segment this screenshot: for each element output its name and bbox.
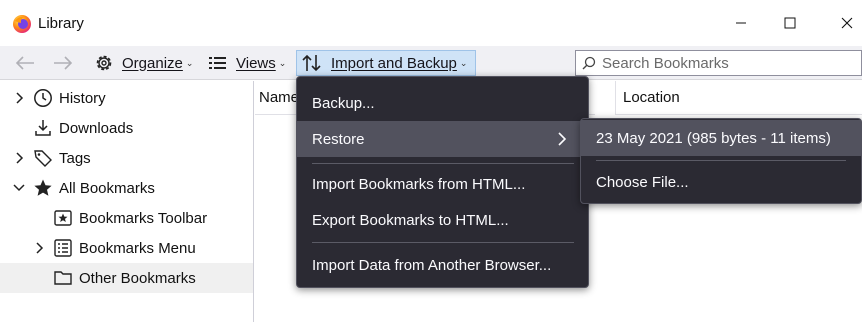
tree-item-history[interactable]: History <box>0 83 253 113</box>
tree-item-label: History <box>59 89 106 107</box>
tree-item-downloads[interactable]: Downloads <box>0 113 253 143</box>
folder-icon <box>53 268 73 288</box>
organize-button[interactable]: Organize ⌄ <box>94 50 193 76</box>
tree-item-other-bookmarks[interactable]: Other Bookmarks <box>0 263 253 293</box>
menu-item-import-html[interactable]: Import Bookmarks from HTML... <box>297 166 588 202</box>
column-header-location[interactable]: Location <box>615 81 862 115</box>
download-icon <box>33 118 53 138</box>
maximize-button[interactable] <box>775 10 805 36</box>
tree-item-bookmarks-toolbar[interactable]: Bookmarks Toolbar <box>0 203 253 233</box>
library-tree: History Downloads Tags All Bookmarks Boo… <box>0 81 254 322</box>
chevron-right-icon[interactable] <box>32 241 46 255</box>
tree-item-label: Bookmarks Toolbar <box>79 209 208 227</box>
clock-icon <box>33 88 53 108</box>
import-and-backup-label: Import and Backup <box>331 54 457 72</box>
submenu-item-label: Choose File... <box>596 173 689 191</box>
title-bar: Library <box>0 0 862 46</box>
menu-item-export-html[interactable]: Export Bookmarks to HTML... <box>297 202 588 238</box>
search-icon <box>582 56 596 70</box>
tag-icon <box>33 148 53 168</box>
back-button[interactable] <box>14 50 36 76</box>
minimize-icon <box>736 22 746 24</box>
menu-item-label: Import Data from Another Browser... <box>312 256 552 274</box>
import-and-backup-button[interactable]: Import and Backup ⌄ <box>296 50 477 76</box>
tree-item-label: Tags <box>59 149 91 167</box>
bookmark-menu-icon <box>53 238 73 258</box>
toolbar: Organize ⌄ Views ⌄ Import and Backup ⌄ S… <box>0 46 862 80</box>
tree-item-label: All Bookmarks <box>59 179 155 197</box>
menu-item-import-browser[interactable]: Import Data from Another Browser... <box>297 247 588 283</box>
tree-item-label: Downloads <box>59 119 134 137</box>
tree-item-label: Other Bookmarks <box>79 269 196 287</box>
chevron-down-icon[interactable] <box>12 181 26 195</box>
tree-item-tags[interactable]: Tags <box>0 143 253 173</box>
views-label: Views <box>236 54 276 72</box>
chevron-down-icon: ⌄ <box>185 57 194 68</box>
firefox-logo-icon <box>12 14 32 34</box>
list-icon <box>209 57 226 69</box>
menu-item-label: Backup... <box>312 94 375 112</box>
forward-button[interactable] <box>52 50 74 76</box>
column-header-label: Name <box>259 89 300 106</box>
submenu-item-choose-file[interactable]: Choose File... <box>581 164 861 200</box>
search-placeholder: Search Bookmarks <box>602 54 729 72</box>
close-icon <box>841 17 853 29</box>
restore-submenu: 23 May 2021 (985 bytes - 11 items) Choos… <box>580 118 862 204</box>
organize-label: Organize <box>122 54 183 72</box>
import-backup-menu: Backup... Restore Import Bookmarks from … <box>296 76 589 288</box>
chevron-down-icon: ⌄ <box>459 57 468 68</box>
column-header-label: Location <box>623 89 680 106</box>
chevron-down-icon: ⌄ <box>278 57 287 68</box>
window-title: Library <box>38 15 84 32</box>
tree-item-bookmarks-menu[interactable]: Bookmarks Menu <box>0 233 253 263</box>
maximize-icon <box>784 17 796 29</box>
menu-separator <box>596 160 846 161</box>
tree-item-label: Bookmarks Menu <box>79 239 196 257</box>
chevron-right-icon[interactable] <box>12 151 26 165</box>
menu-item-restore[interactable]: Restore <box>297 121 588 157</box>
chevron-right-icon <box>558 132 567 146</box>
submenu-item-label: 23 May 2021 (985 bytes - 11 items) <box>596 129 831 147</box>
arrow-left-icon <box>15 56 34 70</box>
menu-separator <box>312 163 574 164</box>
menu-item-label: Import Bookmarks from HTML... <box>312 175 526 193</box>
gear-icon <box>96 55 112 71</box>
close-button[interactable] <box>832 10 862 36</box>
submenu-item-backup-entry[interactable]: 23 May 2021 (985 bytes - 11 items) <box>581 120 861 156</box>
menu-item-backup[interactable]: Backup... <box>297 85 588 121</box>
star-icon <box>33 178 53 198</box>
search-input[interactable]: Search Bookmarks <box>575 50 862 76</box>
arrow-right-icon <box>54 56 73 70</box>
bookmark-toolbar-icon <box>53 208 73 228</box>
minimize-button[interactable] <box>726 10 756 36</box>
chevron-right-icon[interactable] <box>12 91 26 105</box>
import-export-arrows-icon <box>302 54 321 72</box>
views-button[interactable]: Views ⌄ <box>208 50 286 76</box>
menu-separator <box>312 242 574 243</box>
menu-item-label: Export Bookmarks to HTML... <box>312 211 509 229</box>
menu-item-label: Restore <box>312 130 365 148</box>
tree-item-all-bookmarks[interactable]: All Bookmarks <box>0 173 253 203</box>
